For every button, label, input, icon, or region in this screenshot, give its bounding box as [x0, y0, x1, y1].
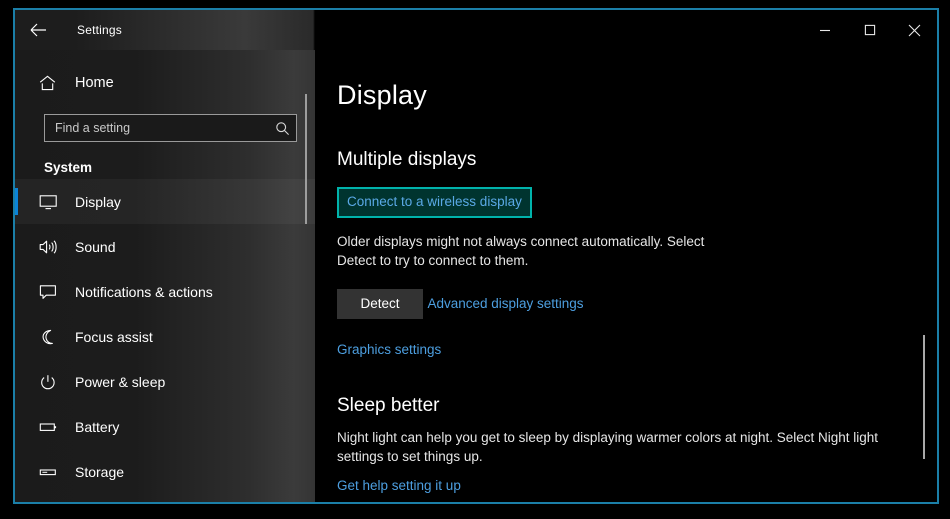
selection-accent-bar — [15, 413, 18, 440]
close-button[interactable] — [892, 11, 937, 49]
speaker-icon — [39, 239, 69, 255]
home-icon — [39, 75, 69, 91]
maximize-button[interactable] — [847, 11, 892, 49]
moon-icon — [39, 329, 69, 345]
sidebar-scrollbar-thumb[interactable] — [305, 94, 307, 224]
selection-accent-bar — [15, 188, 18, 215]
minimize-icon — [819, 29, 830, 32]
graphics-settings-link[interactable]: Graphics settings — [337, 342, 937, 357]
sidebar-item-notifications[interactable]: Notifications & actions — [15, 269, 315, 314]
sidebar-item-label: Notifications & actions — [75, 283, 213, 300]
power-icon — [39, 374, 69, 390]
content-scrollbar-thumb[interactable] — [923, 335, 925, 459]
settings-window: Settings Home Find a setting System Disp… — [13, 8, 939, 504]
close-icon — [908, 24, 921, 36]
search-icon[interactable] — [275, 121, 290, 136]
maximize-icon — [864, 24, 875, 36]
battery-icon — [39, 419, 69, 435]
selection-accent-bar — [15, 458, 18, 485]
minimize-button[interactable] — [802, 11, 847, 49]
monitor-icon — [39, 194, 69, 210]
drive-icon — [39, 464, 69, 480]
sidebar-item-label: Sound — [75, 238, 116, 255]
sidebar-item-focus-assist[interactable]: Focus assist — [15, 314, 315, 359]
wireless-display-highlight: Connect to a wireless display — [337, 187, 532, 218]
window-body: Home System — [15, 50, 937, 502]
get-help-setting-it-up-link[interactable]: Get help setting it up — [337, 478, 937, 493]
advanced-display-settings-link[interactable]: Advanced display settings — [427, 296, 583, 311]
connect-wireless-display-link[interactable]: Connect to a wireless display — [347, 194, 522, 209]
search-input[interactable] — [55, 121, 275, 135]
sidebar-item-display[interactable]: Display — [15, 179, 315, 224]
detect-button[interactable]: Detect — [337, 288, 423, 319]
selection-accent-bar — [15, 278, 18, 305]
sidebar-item-battery[interactable]: Battery — [15, 404, 315, 449]
sidebar-item-power-sleep[interactable]: Power & sleep — [15, 359, 315, 404]
sleep-better-heading: Sleep better — [337, 394, 440, 416]
search-box[interactable] — [44, 114, 297, 142]
content-pane: Display Multiple displays Connect to a w… — [315, 50, 937, 502]
selection-accent-bar — [15, 233, 18, 260]
sidebar-home-label: Home — [75, 75, 114, 91]
sidebar-item-storage[interactable]: Storage — [15, 449, 315, 494]
sidebar: Home System — [15, 50, 315, 502]
sidebar-item-label: Battery — [75, 418, 120, 435]
title-bar: Settings — [15, 10, 937, 50]
sidebar-item-label: Power & sleep — [75, 373, 166, 390]
screen: Settings Home Find a setting System Disp… — [0, 0, 950, 519]
sleep-better-description: Night light can help you get to sleep by… — [337, 429, 879, 464]
sidebar-item-label: Display — [75, 193, 121, 210]
sidebar-item-label: Storage — [75, 463, 125, 480]
multiple-displays-heading: Multiple displays — [337, 149, 477, 170]
sidebar-item-label: Focus assist — [75, 328, 153, 345]
multiple-displays-description: Older displays might not always connect … — [337, 234, 705, 268]
sidebar-group-title: System — [44, 160, 93, 175]
page-title: Display — [337, 80, 427, 110]
chat-bubble-icon — [39, 284, 69, 300]
selection-accent-bar — [15, 368, 18, 395]
window-title: Settings — [77, 23, 122, 37]
sidebar-nav-list: Display Sound Notifications & actions Fo… — [15, 179, 315, 494]
arrow-left-icon — [30, 23, 46, 37]
selection-accent-bar — [15, 323, 18, 350]
back-button[interactable] — [15, 11, 61, 49]
sidebar-item-home[interactable]: Home — [15, 64, 315, 102]
sidebar-item-sound[interactable]: Sound — [15, 224, 315, 269]
